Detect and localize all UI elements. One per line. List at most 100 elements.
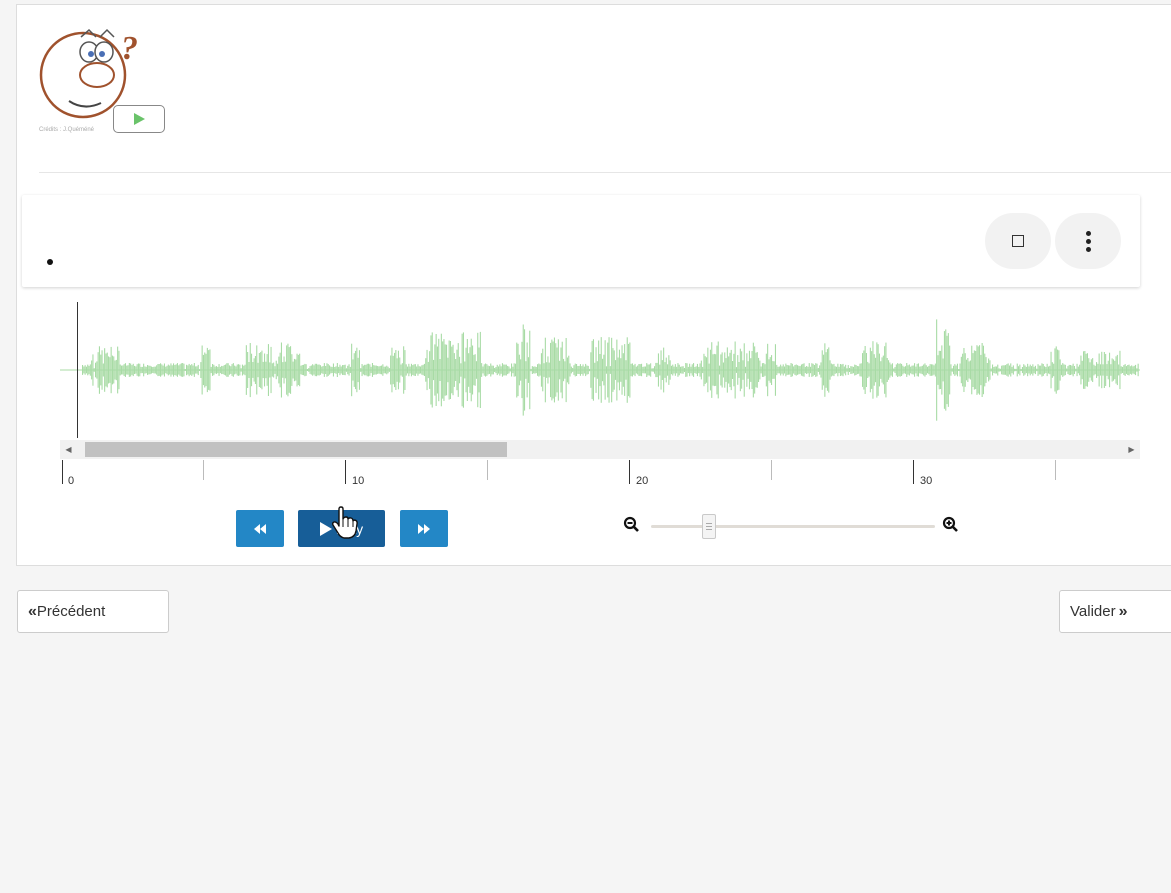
waveform-sample <box>971 345 973 395</box>
waveform-sample <box>708 363 710 377</box>
waveform-sample <box>327 364 329 376</box>
waveform-sample <box>694 367 696 373</box>
play-icon <box>133 113 145 125</box>
waveform-sample <box>564 361 566 379</box>
waveform-sample <box>700 360 702 380</box>
waveform-sample <box>492 365 494 375</box>
waveform-sample <box>780 364 782 376</box>
waveform-sample <box>530 368 532 372</box>
waveform-scrollbar[interactable]: ◀ ▶ <box>60 440 1140 459</box>
waveform-sample <box>743 343 745 397</box>
waveform-sample <box>967 358 969 382</box>
waveform-sample <box>210 366 212 374</box>
waveform-sample <box>222 366 224 374</box>
waveform-sample <box>209 349 211 391</box>
waveform-sample <box>423 363 425 376</box>
waveform-sample <box>906 363 908 377</box>
waveform-sample <box>1079 364 1081 376</box>
waveform-sample <box>197 364 199 376</box>
waveform-sample <box>790 363 792 377</box>
waveform-sample <box>154 366 156 374</box>
waveform-sample <box>956 363 958 377</box>
scroll-left-arrow-icon[interactable]: ◀ <box>60 440 77 459</box>
previous-label: Précédent <box>36 603 106 620</box>
waveform-sample <box>841 364 843 376</box>
waveform-sample <box>842 363 844 377</box>
waveform-sample <box>938 350 940 390</box>
waveform-sample <box>546 362 548 378</box>
waveform-sample <box>612 348 614 392</box>
waveform-sample <box>85 366 87 374</box>
waveform-sample <box>768 359 770 381</box>
waveform-sample <box>531 366 533 374</box>
waveform-sample <box>503 364 505 376</box>
waveform-sample <box>1064 364 1066 376</box>
validate-button[interactable]: Valider » <box>1059 590 1171 633</box>
waveform-sample <box>488 366 490 374</box>
waveform-sample <box>787 365 789 375</box>
waveform-sample <box>878 353 880 387</box>
more-options-button[interactable] <box>1055 213 1121 269</box>
waveform-sample <box>87 364 89 376</box>
rewind-button[interactable] <box>236 510 284 547</box>
waveform-sample <box>335 366 337 374</box>
waveform-sample <box>1038 365 1040 375</box>
waveform[interactable] <box>60 300 1140 440</box>
waveform-sample <box>254 356 256 384</box>
waveform-sample <box>205 353 207 387</box>
waveform-sample <box>1097 363 1099 377</box>
waveform-sample <box>895 364 897 376</box>
waveform-sample <box>1008 365 1010 375</box>
waveform-sample <box>88 365 90 375</box>
zoom-out-icon[interactable] <box>623 516 641 534</box>
waveform-sample <box>284 361 286 379</box>
waveform-sample <box>973 350 975 390</box>
waveform-sample <box>455 359 457 381</box>
waveform-sample <box>982 345 984 395</box>
waveform-sample <box>917 363 919 377</box>
waveform-sample <box>609 366 611 374</box>
waveform-sample <box>888 360 890 380</box>
waveform-sample <box>416 366 418 374</box>
waveform-sample <box>722 362 724 378</box>
double-chevron-right-icon: » <box>1118 602 1128 620</box>
waveform-sample <box>838 366 840 374</box>
waveform-sample <box>339 364 341 376</box>
zoom-slider-handle[interactable] <box>702 514 717 539</box>
waveform-sample <box>1118 364 1120 376</box>
waveform-sample <box>160 363 162 377</box>
logo-play-button[interactable] <box>113 105 165 133</box>
waveform-sample <box>941 345 943 395</box>
waveform-sample <box>442 341 444 399</box>
waveform-sample <box>221 365 223 375</box>
waveform-sample <box>457 343 459 397</box>
waveform-sample <box>413 364 415 376</box>
previous-button[interactable]: « Précédent <box>17 590 169 633</box>
play-button[interactable]: Play <box>298 510 385 547</box>
waveform-sample <box>399 357 401 383</box>
scroll-right-arrow-icon[interactable]: ▶ <box>1123 440 1140 459</box>
waveform-sample <box>934 363 936 377</box>
waveform-sample <box>308 368 310 372</box>
square-button[interactable] <box>985 213 1051 269</box>
waveform-sample <box>369 364 371 376</box>
waveform-sample <box>586 365 588 375</box>
playback-cursor[interactable] <box>77 302 78 438</box>
waveform-sample <box>572 368 574 372</box>
zoom-in-icon[interactable] <box>942 516 960 534</box>
waveform-sample <box>514 363 516 377</box>
scroll-thumb[interactable] <box>85 442 507 457</box>
waveform-sample <box>357 357 359 383</box>
waveform-sample <box>305 364 307 376</box>
waveform-sample <box>721 352 723 388</box>
waveform-sample <box>444 344 446 396</box>
waveform-sample <box>1028 366 1030 374</box>
waveform-sample <box>1014 368 1016 372</box>
waveform-sample <box>345 368 347 372</box>
waveform-sample <box>833 363 835 377</box>
zoom-slider-track[interactable] <box>651 525 935 528</box>
fast-forward-button[interactable] <box>400 510 448 547</box>
waveform-sample <box>306 369 308 371</box>
waveform-sample <box>179 364 181 376</box>
waveform-sample <box>1127 365 1129 375</box>
